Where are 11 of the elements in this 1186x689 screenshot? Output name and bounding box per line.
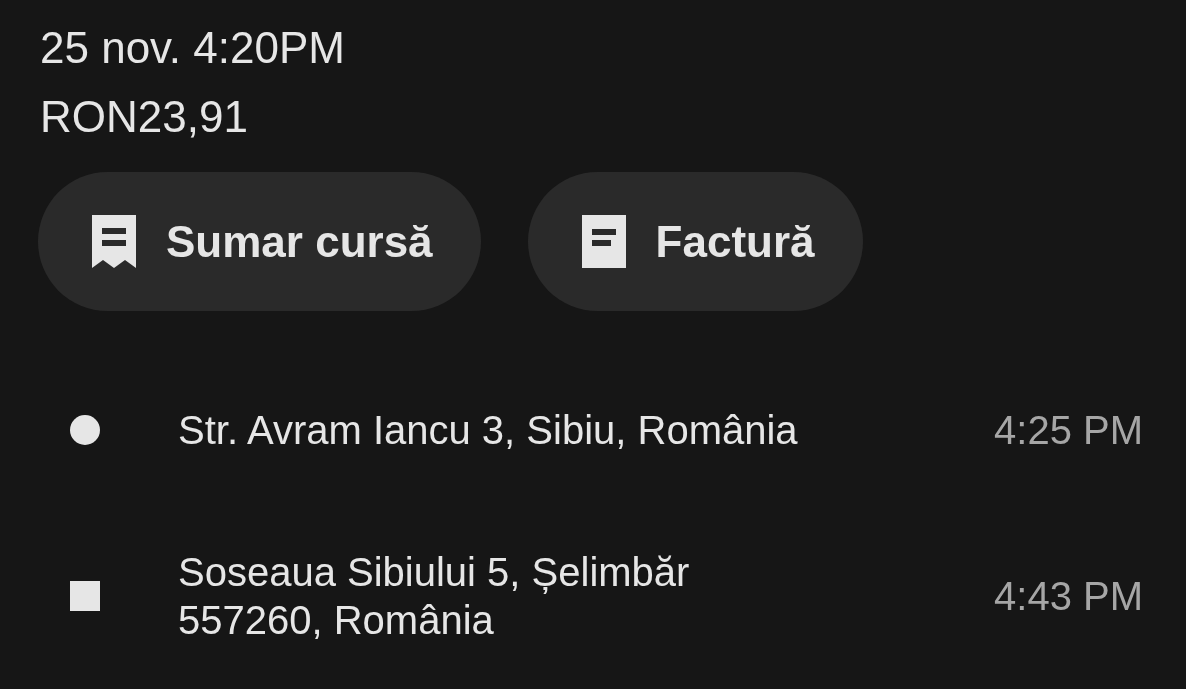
document-icon — [581, 215, 626, 268]
trip-summary-button[interactable]: Sumar cursă — [38, 172, 481, 311]
dropoff-square-icon — [70, 581, 100, 611]
trip-price: RON23,91 — [40, 91, 248, 143]
trip-date-time: 25 nov. 4:20PM — [40, 22, 345, 74]
invoice-button[interactable]: Factură — [527, 172, 863, 311]
stop-time: 4:43 PM — [994, 573, 1143, 620]
stop-address: Str. Avram Iancu 3, Sibiu, România — [178, 407, 799, 454]
receipt-icon — [92, 215, 136, 268]
stop-time: 4:25 PM — [994, 407, 1143, 454]
stop-address: Soseaua Sibiului 5, Șelimbăr 557260, România — [178, 549, 691, 644]
